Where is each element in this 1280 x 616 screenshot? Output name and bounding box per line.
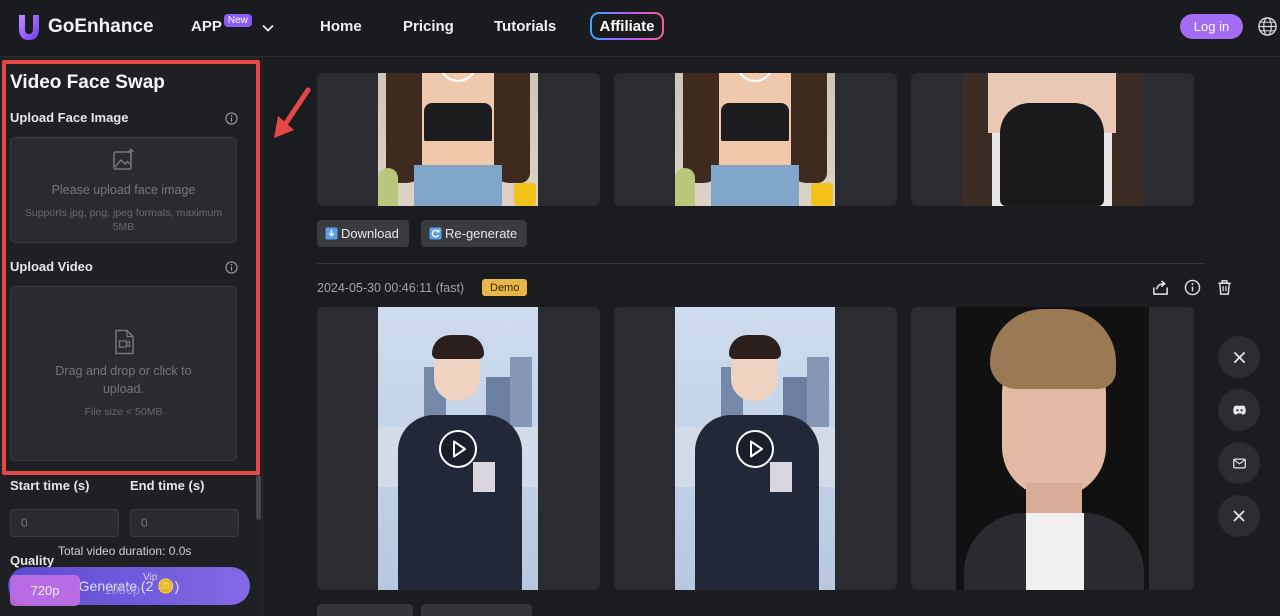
quality-label: Quality (10, 553, 55, 568)
face-upload-hint: Supports jpg, png, jpeg formats, maximum… (24, 207, 223, 233)
chevron-down-icon[interactable] (262, 22, 274, 34)
info-icon[interactable] (225, 261, 238, 274)
play-icon[interactable] (438, 73, 478, 83)
video-upload[interactable]: Drag and drop or click to upload. File s… (10, 286, 237, 461)
download-button-partial[interactable] (317, 604, 413, 616)
nav-app-menu[interactable]: APP New (191, 14, 252, 35)
image-upload-icon (112, 148, 134, 170)
download-icon (325, 227, 338, 240)
download-label: Download (341, 226, 399, 241)
video-upload-placeholder: Drag and drop or click to upload. (55, 364, 192, 396)
download-button[interactable]: Download (317, 220, 409, 247)
close-share-button[interactable] (1218, 495, 1260, 537)
delete-icon[interactable] (1216, 279, 1233, 296)
face-thumbnail (956, 307, 1149, 590)
source-face-card[interactable] (911, 73, 1194, 206)
section-divider (317, 263, 1204, 264)
result-card[interactable] (614, 73, 897, 206)
mail-icon (1232, 458, 1246, 468)
result-card[interactable] (317, 73, 600, 206)
face-upload-placeholder: Please upload face image (51, 183, 196, 197)
brand-logo[interactable]: GoEnhance (16, 12, 154, 42)
share-email-button[interactable] (1218, 442, 1260, 484)
login-button[interactable]: Log in (1180, 14, 1243, 39)
quality-720p-option[interactable]: 720p (10, 575, 80, 606)
info-icon[interactable] (1184, 279, 1201, 296)
play-icon[interactable] (735, 73, 775, 83)
play-icon[interactable] (438, 429, 478, 469)
goenhance-logo-icon (19, 15, 39, 40)
nav-home[interactable]: Home (320, 18, 362, 35)
demo-video-card[interactable] (614, 307, 897, 590)
start-time-label: Start time (s) (10, 478, 90, 493)
brand-name: GoEnhance (48, 16, 154, 37)
regenerate-button-partial[interactable] (421, 604, 532, 616)
demo-face-card[interactable] (911, 307, 1194, 590)
share-discord-button[interactable] (1218, 389, 1260, 431)
start-time-input[interactable] (10, 509, 119, 537)
nav-tutorials[interactable]: Tutorials (494, 18, 556, 35)
play-icon[interactable] (735, 429, 775, 469)
share-x-button[interactable] (1218, 336, 1260, 378)
quality-1080p-option[interactable]: 1080p (104, 582, 140, 597)
close-icon (1233, 510, 1245, 522)
info-icon[interactable] (225, 112, 238, 125)
nav-affiliate-button[interactable]: Affiliate (590, 12, 664, 40)
regenerate-label: Re-generate (445, 226, 518, 241)
upload-face-label: Upload Face Image (10, 110, 129, 125)
new-badge: New (223, 14, 252, 27)
affiliate-label: Affiliate (592, 14, 662, 38)
panel-scrollbar[interactable] (256, 475, 261, 520)
refresh-icon (429, 227, 442, 240)
demo-badge: Demo (482, 279, 528, 296)
result-timestamp: 2024-05-30 00:46:11 (fast) (317, 281, 465, 295)
face-image-upload[interactable]: Please upload face image Supports jpg, p… (10, 137, 237, 243)
face-thumbnail (962, 73, 1143, 206)
regenerate-button[interactable]: Re-generate (421, 220, 528, 247)
video-file-icon (114, 329, 134, 355)
video-upload-hint: File size < 50MB (84, 406, 163, 418)
globe-icon[interactable] (1257, 16, 1278, 37)
x-logo-icon (1233, 351, 1245, 363)
panel-title: Video Face Swap (10, 72, 165, 93)
annotation-arrow-icon (274, 87, 311, 138)
discord-icon (1232, 405, 1246, 415)
end-time-label: End time (s) (130, 478, 205, 493)
upload-video-label: Upload Video (10, 259, 93, 274)
top-navigation: GoEnhance APP New Home Pricing Tutorials… (0, 0, 1280, 57)
nav-app-label: APP (191, 18, 222, 35)
face-swap-panel: Video Face Swap Upload Face Image Please… (0, 57, 263, 616)
result-thumbnail (378, 73, 538, 206)
demo-video-card[interactable] (317, 307, 600, 590)
vip-badge: Vip (143, 572, 158, 583)
share-icon[interactable] (1152, 279, 1169, 296)
end-time-input[interactable] (130, 509, 239, 537)
result-thumbnail (675, 73, 835, 206)
nav-pricing[interactable]: Pricing (403, 18, 454, 35)
video-duration-text: Total video duration: 0.0s (58, 544, 192, 558)
